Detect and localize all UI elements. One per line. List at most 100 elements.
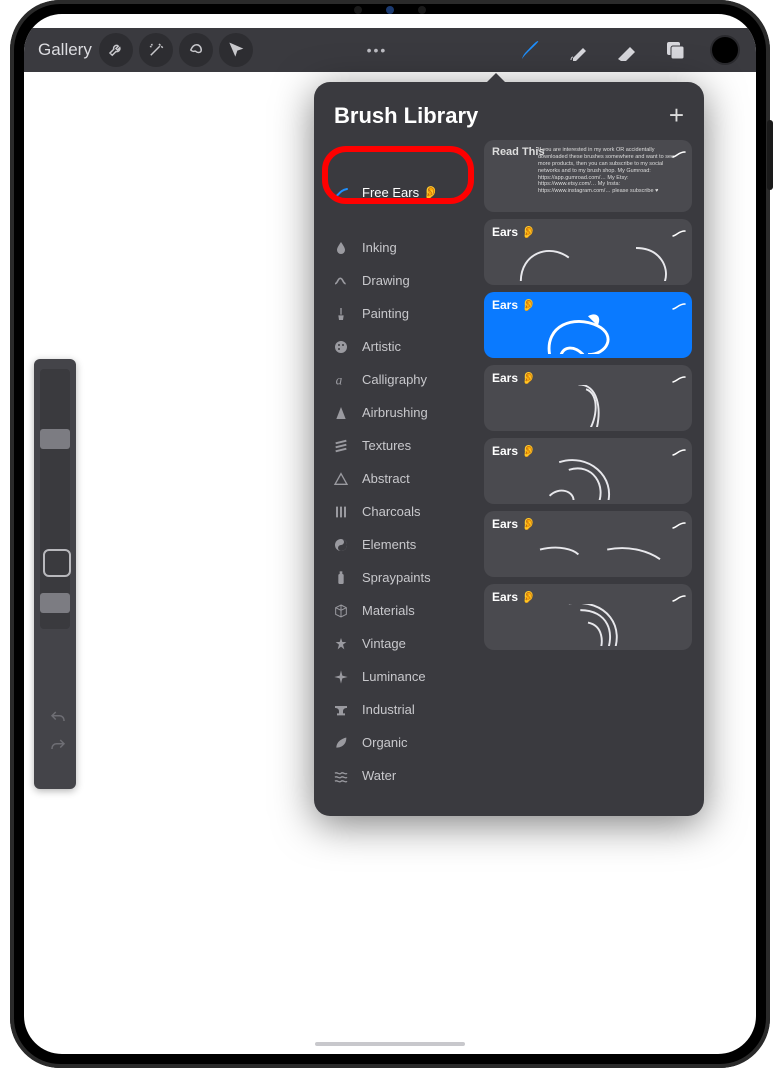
- brush-item[interactable]: Ears 👂: [484, 511, 692, 577]
- layers-icon[interactable]: [662, 37, 688, 63]
- brush-icon: [332, 306, 350, 322]
- category-materials[interactable]: Materials: [314, 594, 484, 627]
- category-label: Calligraphy: [362, 372, 427, 387]
- wrench-icon[interactable]: [99, 33, 133, 67]
- popover-arrow: [486, 73, 506, 83]
- selection-icon[interactable]: [179, 33, 213, 67]
- category-label: Materials: [362, 603, 415, 618]
- category-luminance[interactable]: Luminance: [314, 660, 484, 693]
- ellipsis-icon[interactable]: •••: [367, 42, 388, 58]
- brush-label: Ears 👂: [492, 444, 684, 458]
- category-label: Artistic: [362, 339, 401, 354]
- brush-preview: [492, 385, 684, 427]
- category-label: Free Ears 👂: [362, 185, 439, 201]
- category-elements[interactable]: Elements: [314, 528, 484, 561]
- power-button: [767, 120, 773, 190]
- brush-opacity-knob[interactable]: [40, 593, 70, 613]
- category-label: Vintage: [362, 636, 406, 651]
- device-frame: Gallery •••: [10, 0, 770, 1068]
- category-airbrushing[interactable]: Airbrushing: [314, 396, 484, 429]
- brush-item[interactable]: Read ThisIf you are interested in my wor…: [484, 140, 692, 212]
- add-brush-button[interactable]: +: [669, 100, 684, 131]
- category-label: Organic: [362, 735, 408, 750]
- category-label: Luminance: [362, 669, 426, 684]
- brush-stroke-icon: [672, 298, 684, 304]
- brush-stroke-icon: [672, 590, 684, 596]
- brush-stroke-icon: [672, 371, 684, 377]
- modifier-button[interactable]: [43, 549, 71, 577]
- category-label: Charcoals: [362, 504, 421, 519]
- brush-list[interactable]: Read ThisIf you are interested in my wor…: [484, 140, 704, 806]
- category-label: Abstract: [362, 471, 410, 486]
- brush-preview: [492, 239, 684, 281]
- brush-preview: [492, 531, 684, 573]
- palette-icon: [332, 339, 350, 355]
- color-picker[interactable]: [710, 35, 740, 65]
- yinyang-icon: [332, 537, 350, 553]
- brush-library-popover: Brush Library + Recent Free Ears 👂Inking…: [314, 82, 704, 816]
- can-icon: [332, 570, 350, 586]
- category-vintage[interactable]: Vintage: [314, 627, 484, 660]
- hatch-icon: [332, 438, 350, 454]
- star-icon: [332, 636, 350, 652]
- triangle-icon: [332, 471, 350, 487]
- brush-icon[interactable]: [518, 37, 544, 63]
- brush-stroke-icon: [672, 444, 684, 450]
- brush-label: Ears 👂: [492, 225, 684, 239]
- category-industrial[interactable]: Industrial: [314, 693, 484, 726]
- brush-item[interactable]: Ears 👂: [484, 584, 692, 650]
- brush-item[interactable]: Ears 👂: [484, 292, 692, 358]
- category-organic[interactable]: Organic: [314, 726, 484, 759]
- brush-item[interactable]: Ears 👂: [484, 219, 692, 285]
- category-artistic[interactable]: Artistic: [314, 330, 484, 363]
- category-label: Spraypaints: [362, 570, 431, 585]
- category-calligraphy[interactable]: aCalligraphy: [314, 363, 484, 396]
- undo-icon[interactable]: [40, 704, 76, 732]
- category-drawing[interactable]: Drawing: [314, 264, 484, 297]
- category-inking[interactable]: Inking: [314, 231, 484, 264]
- cursor-icon[interactable]: [219, 33, 253, 67]
- brush-size-knob[interactable]: [40, 429, 70, 449]
- category-label: Drawing: [362, 273, 410, 288]
- category-abstract[interactable]: Abstract: [314, 462, 484, 495]
- category-painting[interactable]: Painting: [314, 297, 484, 330]
- category-label: Elements: [362, 537, 416, 552]
- category-label: Airbrushing: [362, 405, 428, 420]
- brush-stroke-icon: [672, 517, 684, 523]
- brush-preview: [492, 312, 684, 354]
- brush-item[interactable]: Ears 👂: [484, 438, 692, 504]
- brush-stroke-icon: [672, 225, 684, 231]
- category-spraypaints[interactable]: Spraypaints: [314, 561, 484, 594]
- eraser-icon[interactable]: [614, 37, 640, 63]
- stroke-icon: [332, 185, 350, 201]
- brush-stroke-icon: [672, 146, 684, 152]
- brush-item[interactable]: Ears 👂: [484, 365, 692, 431]
- bars-icon: [332, 504, 350, 520]
- category-label: Inking: [362, 240, 397, 255]
- brush-category-list[interactable]: Recent Free Ears 👂InkingDrawingPaintingA…: [314, 140, 484, 806]
- wand-icon[interactable]: [139, 33, 173, 67]
- brush-label: Ears 👂: [492, 517, 684, 531]
- screen: Gallery •••: [24, 14, 756, 1054]
- category-water[interactable]: Water: [314, 759, 484, 792]
- brush-size-slider[interactable]: [40, 369, 70, 629]
- redo-icon[interactable]: [40, 732, 76, 760]
- category-charcoals[interactable]: Charcoals: [314, 495, 484, 528]
- waves-icon: [332, 768, 350, 784]
- category-label: Industrial: [362, 702, 415, 717]
- gallery-button[interactable]: Gallery: [34, 40, 96, 60]
- category-textures[interactable]: Textures: [314, 429, 484, 462]
- top-toolbar: Gallery •••: [24, 28, 756, 72]
- drop-icon: [332, 240, 350, 256]
- category-free-ears-[interactable]: Free Ears 👂: [314, 176, 484, 209]
- brush-label: Ears 👂: [492, 371, 684, 385]
- sparkle-icon: [332, 669, 350, 685]
- popover-title: Brush Library: [334, 103, 478, 129]
- smudge-icon[interactable]: [566, 37, 592, 63]
- category-label: Painting: [362, 306, 409, 321]
- leaf-icon: [332, 735, 350, 751]
- cube-icon: [332, 603, 350, 619]
- brush-label: Ears 👂: [492, 590, 684, 604]
- undo-redo-group: [40, 704, 76, 760]
- brush-preview: [492, 458, 684, 500]
